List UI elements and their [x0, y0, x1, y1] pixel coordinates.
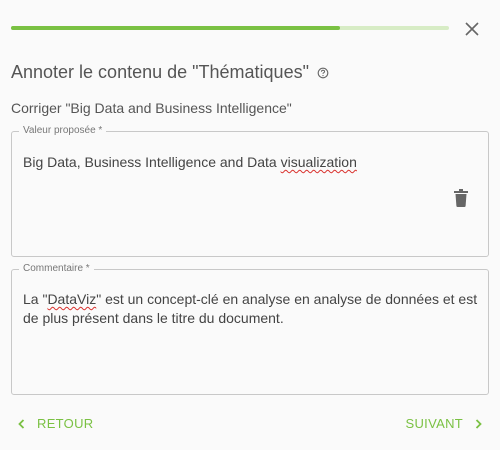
help-circle-icon[interactable]	[317, 67, 329, 79]
misspelled-word: DataViz	[47, 291, 97, 307]
misspelled-word: visualization	[280, 154, 357, 170]
close-button[interactable]	[462, 19, 482, 39]
proposed-value-field[interactable]: Valeur proposée * Big Data, Business Int…	[11, 125, 489, 257]
chevron-right-icon	[475, 418, 482, 429]
page-title: Annoter le contenu de "Thématiques"	[11, 62, 309, 82]
proposed-value-label: Valeur proposée *	[23, 125, 103, 136]
chevron-left-icon	[18, 418, 25, 429]
proposed-value-text[interactable]: Big Data, Business Intelligence and Data…	[23, 153, 481, 172]
dialog-header: Annoter le contenu de "Thématiques"	[11, 62, 329, 83]
subtitle: Corriger "Big Data and Business Intellig…	[11, 100, 292, 116]
progress-bar-fill	[11, 26, 340, 30]
comment-text[interactable]: La "DataViz" est un concept-clé en analy…	[23, 290, 481, 328]
close-icon	[465, 22, 479, 36]
delete-button[interactable]	[454, 189, 468, 207]
trash-icon	[454, 189, 468, 207]
comment-field[interactable]: Commentaire * La "DataViz" est un concep…	[11, 263, 489, 395]
comment-label: Commentaire *	[23, 263, 90, 274]
next-button[interactable]: SUIVANT	[406, 416, 482, 431]
next-label: SUIVANT	[405, 416, 463, 431]
progress-bar	[11, 26, 449, 30]
back-label: RETOUR	[37, 416, 94, 431]
back-button[interactable]: RETOUR	[18, 416, 93, 431]
